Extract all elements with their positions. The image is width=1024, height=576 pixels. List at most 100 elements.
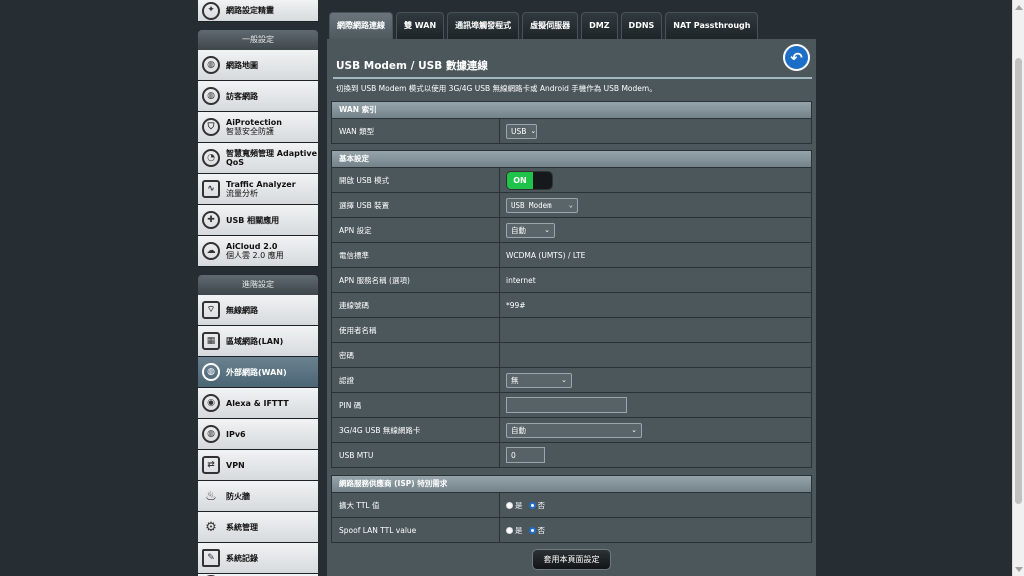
sidebar-item-network-map[interactable]: ◍ 網路地圖	[198, 50, 318, 81]
sidebar-item-label: 無線網路	[226, 305, 258, 315]
usb-mtu-input[interactable]: 0	[506, 447, 545, 463]
sidebar-item-label: USB 相關應用	[226, 215, 280, 225]
wifi-icon: ⌔	[202, 301, 220, 319]
field-label: 電信標準	[332, 243, 500, 267]
ttl-yes-radio[interactable]: 是	[506, 500, 523, 511]
sidebar-item-label: 區域網路(LAN)	[226, 336, 284, 346]
tab-nat-passthrough[interactable]: NAT Passthrough	[665, 12, 759, 39]
lan-icon: ▦	[202, 332, 220, 350]
sidebar-item-aicloud[interactable]: ☁ AiCloud 2.0 個人雲 2.0 應用	[198, 236, 318, 267]
radio-dot	[528, 526, 536, 534]
table-row: 認證 無 ⌄	[332, 367, 811, 392]
sidebar-item-label: IPv6	[226, 429, 246, 439]
sidebar-item-system-log[interactable]: ✎ 系統記錄	[198, 543, 318, 574]
sidebar-item-administration[interactable]: ⚙ 系統管理	[198, 512, 318, 543]
document-icon: ✎	[202, 549, 220, 567]
tab-virtual-server[interactable]: 虛擬伺服器	[522, 12, 579, 39]
usb-mode-toggle[interactable]: ON	[506, 170, 553, 190]
chevron-down-icon: ⌄	[568, 201, 573, 209]
spoof-no-radio[interactable]: 否	[528, 525, 546, 536]
tab-port-trigger[interactable]: 通訊埠觸發程式	[447, 12, 520, 39]
field-label: PIN 碼	[332, 393, 500, 417]
field-label: 使用者名稱	[332, 318, 500, 342]
field-label: 密碼	[332, 343, 500, 367]
sidebar-item-label: AiProtection	[226, 118, 282, 127]
dial-number-value[interactable]: *99#	[500, 293, 811, 317]
table-row: APN 設定 自動 ⌄	[332, 217, 811, 242]
sidebar-item-adaptive-qos[interactable]: ◔ 智慧寬頻管理 Adaptive QoS	[198, 143, 318, 174]
select-value: USB	[511, 126, 527, 136]
sidebar-item-label: 網路地圖	[226, 60, 258, 70]
spoof-yes-radio[interactable]: 是	[506, 525, 523, 536]
table-row: 密碼	[332, 342, 811, 367]
vpn-icon: ⇄	[202, 456, 220, 474]
wan-index-table: WAN 索引 WAN 類型 USB ⌄	[331, 101, 812, 144]
toggle-knob	[533, 171, 552, 189]
field-label: 選擇 USB 裝置	[332, 193, 500, 217]
sidebar-item-vpn[interactable]: ⇄ VPN	[198, 450, 318, 481]
tab-dmz[interactable]: DMZ	[581, 12, 618, 39]
tab-internet-connection[interactable]: 網際網路連線	[329, 12, 393, 39]
tab-ddns[interactable]: DDNS	[620, 12, 663, 39]
page-title: USB Modem / USB 數據連線	[336, 60, 488, 72]
sidebar-item-aiprotection[interactable]: ⛉ AiProtection 智慧安全防護	[198, 112, 318, 143]
sidebar-item-label: 系統管理	[226, 522, 258, 532]
usb-device-select[interactable]: USB Modem ⌄	[506, 197, 578, 213]
password-field[interactable]	[500, 343, 811, 367]
field-label: 連線號碼	[332, 293, 500, 317]
back-button[interactable]: ↶	[783, 44, 810, 71]
sidebar-item-wireless[interactable]: ⌔ 無線網路	[198, 295, 318, 326]
globe-icon: ◍	[202, 56, 220, 74]
select-value: 自動	[511, 225, 526, 235]
auth-select[interactable]: 無 ⌄	[506, 372, 572, 388]
fire-icon: ♨	[205, 488, 217, 504]
back-arrow-icon: ↶	[790, 48, 803, 67]
tab-dual-wan[interactable]: 雙 WAN	[396, 12, 445, 39]
globe-icon: ◍	[202, 87, 220, 105]
scrollbar-thumb[interactable]	[1015, 58, 1022, 504]
speedometer-icon: ◔	[202, 149, 220, 167]
title-divider	[333, 77, 812, 79]
table-row: USB MTU 0	[332, 442, 811, 467]
sidebar-item-guest-network[interactable]: ◍ 訪客網路	[198, 81, 318, 112]
sidebar-item-label: 外部網路(WAN)	[226, 367, 287, 377]
apn-config-select[interactable]: 自動 ⌄	[506, 222, 555, 238]
assistant-icon: ◉	[202, 394, 220, 412]
table-row: 開啟 USB 模式 ON	[332, 167, 811, 192]
sidebar-item-quick-setup[interactable]: ✦ 網路設定精靈	[198, 0, 318, 22]
advanced-settings-header: 進階設定	[198, 275, 318, 295]
sidebar: ✦ 網路設定精靈 一般設定 ◍ 網路地圖 ◍ 訪客網路 ⛉ AiProtecti…	[198, 0, 318, 576]
globe-icon: ◍	[202, 425, 220, 443]
section-header: 網路服務供應商 (ISP) 特別需求	[332, 476, 811, 492]
sidebar-item-alexa-ifttt[interactable]: ◉ Alexa & IFTTT	[198, 388, 318, 419]
pin-input[interactable]	[506, 397, 627, 413]
ttl-no-radio[interactable]: 否	[528, 500, 545, 511]
username-field[interactable]	[500, 318, 811, 342]
sidebar-item-traffic-analyzer[interactable]: ∿ Traffic Analyzer 流量分析	[198, 174, 318, 205]
usb-adapter-select[interactable]: 自動 ⌄	[506, 422, 642, 438]
gear-icon: ⚙	[205, 519, 217, 535]
field-label: 3G/4G USB 無線網路卡	[332, 418, 500, 442]
telecom-standard-value: WCDMA (UMTS) / LTE	[500, 243, 811, 267]
table-row: 連線號碼 *99#	[332, 292, 811, 317]
wan-type-select[interactable]: USB ⌄	[506, 123, 537, 139]
scroll-up-icon[interactable]	[1013, 0, 1024, 14]
table-row: 選擇 USB 裝置 USB Modem ⌄	[332, 192, 811, 217]
sidebar-item-wan[interactable]: ◍ 外部網路(WAN)	[198, 357, 318, 388]
scroll-down-icon[interactable]	[1013, 562, 1024, 576]
table-row: PIN 碼	[332, 392, 811, 417]
table-row: 使用者名稱	[332, 317, 811, 342]
table-row: 3G/4G USB 無線網路卡 自動 ⌄	[332, 417, 811, 442]
page-scrollbar[interactable]	[1012, 0, 1024, 576]
sidebar-item-ipv6[interactable]: ◍ IPv6	[198, 419, 318, 450]
radio-label: 否	[537, 525, 546, 535]
field-label: 認證	[332, 368, 500, 392]
apply-button[interactable]: 套用本頁面設定	[532, 549, 611, 570]
apn-name-value[interactable]: internet	[500, 268, 811, 292]
main-panel: USB Modem / USB 數據連線 ↶ 切換到 USB Modem 模式以…	[327, 39, 816, 576]
sidebar-item-usb-application[interactable]: ✚ USB 相關應用	[198, 205, 318, 236]
sidebar-item-label: VPN	[226, 460, 245, 470]
sidebar-item-firewall[interactable]: ♨ 防火牆	[198, 481, 318, 512]
sidebar-item-lan[interactable]: ▦ 區域網路(LAN)	[198, 326, 318, 357]
table-row: 擴大 TTL 值 是 否	[332, 492, 811, 517]
